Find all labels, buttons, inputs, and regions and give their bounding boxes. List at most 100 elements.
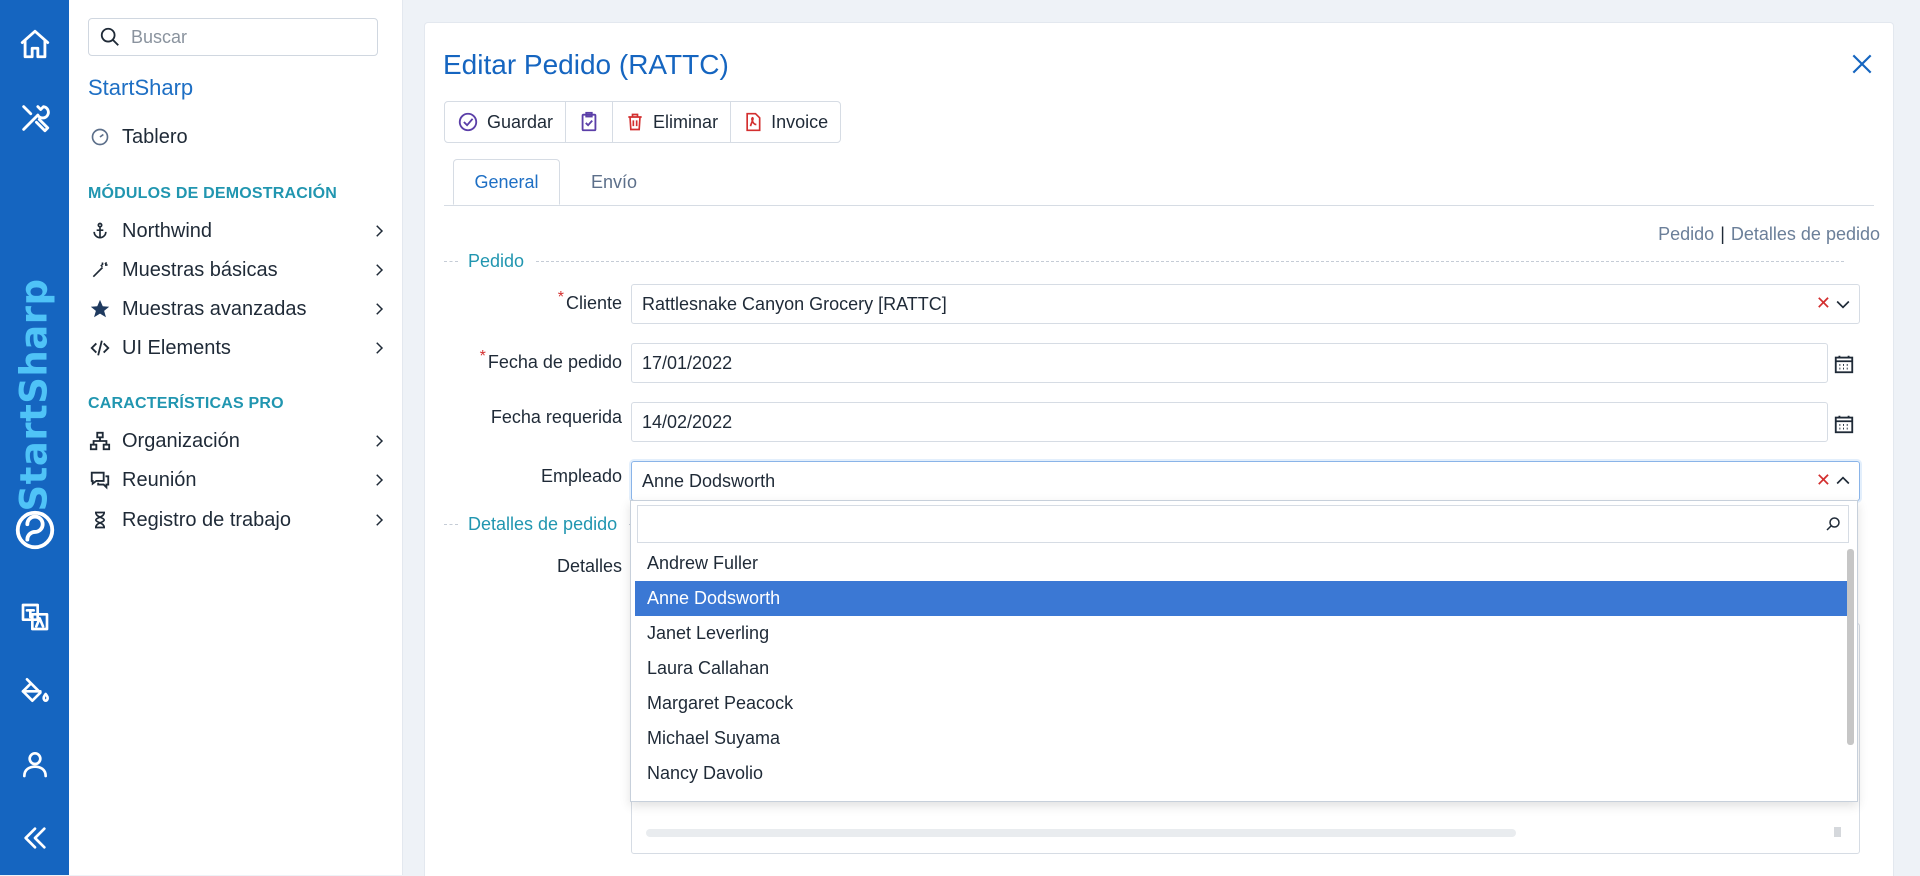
page-scrollbar[interactable]: [1910, 0, 1920, 875]
employee-select[interactable]: Anne Dodsworth ✕: [631, 461, 1860, 501]
save-button[interactable]: Guardar: [445, 102, 567, 142]
label-cliente: * Cliente: [557, 289, 622, 313]
chevron-right-icon: [370, 511, 388, 535]
sidebar-item-label: Reunión: [122, 468, 197, 491]
dialog-title: Editar Pedido (RATTC): [443, 49, 729, 80]
apply-button[interactable]: [566, 102, 614, 142]
star-icon: [88, 297, 112, 321]
sidebar-item-label: Northwind: [122, 219, 213, 242]
clear-icon[interactable]: ✕: [1816, 293, 1831, 314]
vertical-scrollbar[interactable]: [1834, 827, 1841, 837]
search-icon: [100, 27, 119, 46]
delete-button[interactable]: Eliminar: [613, 102, 732, 142]
employee-option[interactable]: Laura Callahan: [635, 651, 1847, 686]
customer-select[interactable]: Rattlesnake Canyon Grocery [RATTC] ✕: [631, 284, 1860, 324]
required-date-input[interactable]: 14/02/2022: [631, 402, 1828, 442]
org-chart-icon: [88, 429, 112, 453]
brand-start: Start: [12, 403, 56, 512]
dialog-toolbar: Guardar Eliminar Invoice: [444, 101, 842, 143]
customer-value: Rattlesnake Canyon Grocery [RATTC]: [642, 293, 947, 314]
close-icon[interactable]: [1849, 51, 1875, 82]
sidebar-item-northwind[interactable]: Northwind: [88, 215, 388, 247]
sidebar-item-advanced-samples[interactable]: Muestras avanzadas: [88, 293, 388, 325]
sidebar-item-work-log[interactable]: Registro de trabajo: [88, 504, 388, 536]
sidebar-item-label: Tablero: [122, 125, 188, 148]
employee-dropdown: Andrew Fuller Anne Dodsworth Janet Leverli…: [630, 500, 1858, 802]
anchor-icon: [88, 219, 112, 243]
translate-icon[interactable]: [0, 597, 69, 637]
chevron-right-icon: [370, 222, 388, 246]
sidebar: StartSharp Tablero MÓDULOS DE DEMOSTRACI…: [69, 0, 403, 875]
tools-icon[interactable]: [0, 98, 69, 138]
gauge-icon: [88, 125, 112, 149]
hourglass-icon: [88, 508, 112, 532]
sidebar-item-organization[interactable]: Organización: [88, 425, 388, 457]
horizontal-scrollbar[interactable]: [646, 829, 1516, 837]
category-order: Pedido: [444, 251, 1844, 272]
category-order-title: Pedido: [468, 251, 525, 271]
label-text: Fecha de pedido: [487, 352, 622, 372]
invoice-button[interactable]: Invoice: [731, 102, 840, 142]
save-label: Guardar: [487, 111, 554, 132]
employee-option[interactable]: Margaret Peacock: [635, 686, 1847, 721]
dropdown-search-input[interactable]: [644, 506, 1808, 542]
employee-option[interactable]: Nancy Davolio: [635, 756, 1847, 791]
search-input[interactable]: [129, 25, 363, 49]
employee-option[interactable]: Andrew Fuller: [635, 546, 1847, 581]
tab-shipping[interactable]: Envío: [569, 159, 659, 205]
sidebar-item-label: Registro de trabajo: [122, 508, 291, 531]
sidebar-item-ui-elements[interactable]: UI Elements: [88, 332, 388, 364]
employee-option[interactable]: Anne Dodsworth: [635, 581, 1847, 616]
chat-icon: [88, 468, 112, 492]
tab-general[interactable]: General: [453, 159, 560, 205]
section-pro: CARACTERÍSTICAS PRO: [88, 395, 284, 412]
magic-wand-icon: [88, 258, 112, 282]
order-date-input[interactable]: 17/01/2022: [631, 343, 1828, 383]
order-date-value: 17/01/2022: [642, 352, 733, 373]
required-date-value: 14/02/2022: [642, 411, 733, 432]
category-details-title: Detalles de pedido: [468, 514, 618, 534]
pdf-icon: [746, 112, 761, 132]
employee-option[interactable]: Michael Suyama: [635, 721, 1847, 756]
delete-label: Eliminar: [653, 111, 719, 132]
paint-bucket-icon[interactable]: [0, 670, 69, 710]
sidebar-item-label: Muestras básicas: [122, 258, 278, 281]
sidebar-search[interactable]: [88, 18, 378, 56]
home-icon[interactable]: [0, 24, 69, 64]
app-name[interactable]: StartSharp: [88, 75, 193, 101]
link-order-details[interactable]: Detalles de pedido: [1731, 224, 1880, 244]
calendar-icon[interactable]: [1833, 353, 1855, 380]
label-text: Fecha requerida: [490, 407, 622, 427]
sidebar-item-meeting[interactable]: Reunión: [88, 464, 388, 496]
check-circle-icon: [458, 112, 478, 132]
employee-option[interactable]: Janet Leverling: [635, 616, 1847, 651]
sidebar-item-label: Muestras avanzadas: [122, 297, 307, 320]
dropdown-search[interactable]: [637, 505, 1849, 543]
sidebar-item-label: Organización: [122, 429, 240, 452]
logo-icon: [0, 505, 69, 555]
invoice-label: Invoice: [771, 111, 829, 132]
chevron-right-icon: [370, 261, 388, 285]
chevron-right-icon: [370, 432, 388, 456]
chevron-right-icon: [370, 471, 388, 495]
sidebar-item-basic-samples[interactable]: Muestras básicas: [88, 254, 388, 286]
code-icon: [88, 336, 112, 360]
chevron-down-icon[interactable]: [1833, 294, 1853, 319]
clear-icon[interactable]: ✕: [1816, 470, 1831, 491]
label-detalles: Detalles: [444, 556, 622, 577]
brand-sharp: Sharp: [12, 278, 56, 404]
icon-rail: StartSharp: [0, 0, 69, 875]
label-fecha-requerida: Fecha requerida: [444, 407, 622, 428]
clipboard-check-icon: [581, 111, 597, 132]
link-order[interactable]: Pedido: [1658, 224, 1714, 244]
label-fecha-pedido: * Fecha de pedido: [479, 348, 622, 372]
calendar-icon[interactable]: [1833, 413, 1855, 440]
chevron-right-icon: [370, 300, 388, 324]
label-text: Empleado: [540, 466, 622, 486]
collapse-icon[interactable]: [0, 818, 69, 858]
dropdown-scrollbar[interactable]: [1847, 549, 1854, 745]
employee-value: Anne Dodsworth: [642, 470, 776, 491]
sidebar-item-dashboard[interactable]: Tablero: [88, 121, 388, 153]
user-icon[interactable]: [0, 744, 69, 784]
chevron-up-icon[interactable]: [1833, 471, 1853, 496]
